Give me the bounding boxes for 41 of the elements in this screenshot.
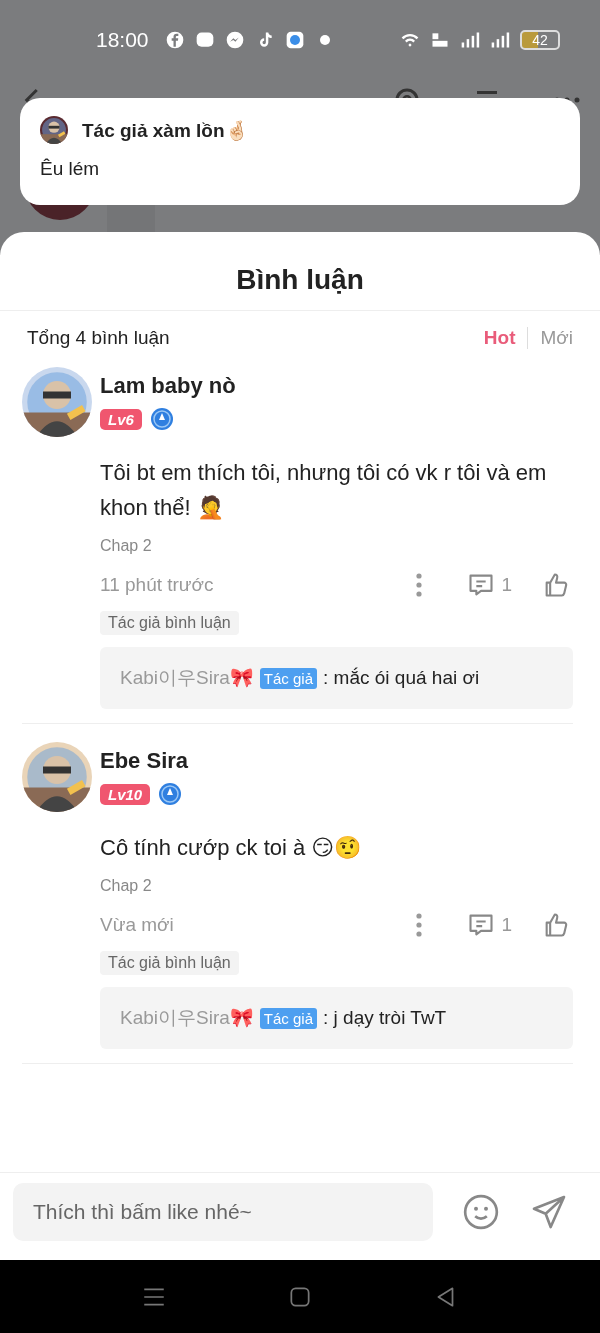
comment-text: Cô tính cướp ck toi à 😏🤨 bbox=[100, 834, 363, 862]
reply-count: 1 bbox=[501, 914, 512, 936]
volte-icon bbox=[430, 30, 450, 50]
reply-preview[interactable]: Kabi이우Sira🎀 Tác giả : mắc ói quá hai ơi bbox=[100, 647, 573, 709]
chapter-label: Chap 2 bbox=[100, 537, 153, 555]
medal-icon bbox=[158, 782, 183, 806]
signal-icon bbox=[460, 30, 480, 50]
more-icon[interactable] bbox=[415, 912, 424, 938]
reply-text: : j dạy tròi TwT bbox=[323, 1007, 447, 1029]
battery-indicator: 42 bbox=[520, 30, 560, 50]
medal-icon bbox=[149, 407, 174, 431]
author-badge: Tác giả bbox=[259, 667, 318, 689]
comment-count: Tổng 4 bình luận bbox=[27, 327, 171, 349]
reply-text: : mắc ói quá hai ơi bbox=[323, 667, 480, 689]
reply-count: 1 bbox=[501, 574, 512, 596]
more-icon[interactable] bbox=[415, 572, 424, 598]
reply-author: Kabi이우Sira🎀 bbox=[120, 666, 254, 690]
chat-app-icon bbox=[194, 30, 215, 50]
status-time: 18:00 bbox=[96, 28, 149, 52]
notification-body: Êu lém bbox=[40, 158, 101, 180]
chapter-label: Chap 2 bbox=[100, 877, 153, 895]
comment-time: Vừa mới bbox=[100, 914, 175, 936]
app-icon bbox=[284, 30, 305, 50]
reply-preview[interactable]: Kabi이우Sira🎀 Tác giả : j dạy tròi TwT bbox=[100, 987, 573, 1049]
notification-title: Tác giả xàm lồn🤞🏻 bbox=[82, 118, 249, 142]
notification-card[interactable]: Tác giả xàm lồn🤞🏻 Êu lém bbox=[20, 98, 580, 205]
author-badge: Tác giả bbox=[259, 1007, 318, 1029]
messenger-icon bbox=[224, 30, 245, 50]
user-name: Lam baby nò bbox=[100, 373, 237, 399]
author-comment-tag: Tác giả bình luận bbox=[100, 951, 239, 975]
level-badge: Lv10 bbox=[100, 783, 151, 805]
author-comment-tag: Tác giả bình luận bbox=[100, 611, 239, 635]
level-badge: Lv6 bbox=[100, 408, 142, 430]
signal-icon bbox=[490, 30, 510, 50]
reply-author: Kabi이우Sira🎀 bbox=[120, 1006, 254, 1030]
sheet-title: Bình luận bbox=[0, 232, 600, 311]
user-name: Ebe Sira bbox=[100, 748, 190, 774]
comment-text: Tôi bt em thích tôi, nhưng tôi có vk r tôi và em khon thể! 🤦 bbox=[100, 459, 548, 522]
facebook-icon bbox=[164, 30, 185, 50]
comment-input-field[interactable]: Thích thì bấm like nhé~ bbox=[13, 1182, 433, 1241]
comment-time: 11 phút trước bbox=[100, 574, 215, 596]
